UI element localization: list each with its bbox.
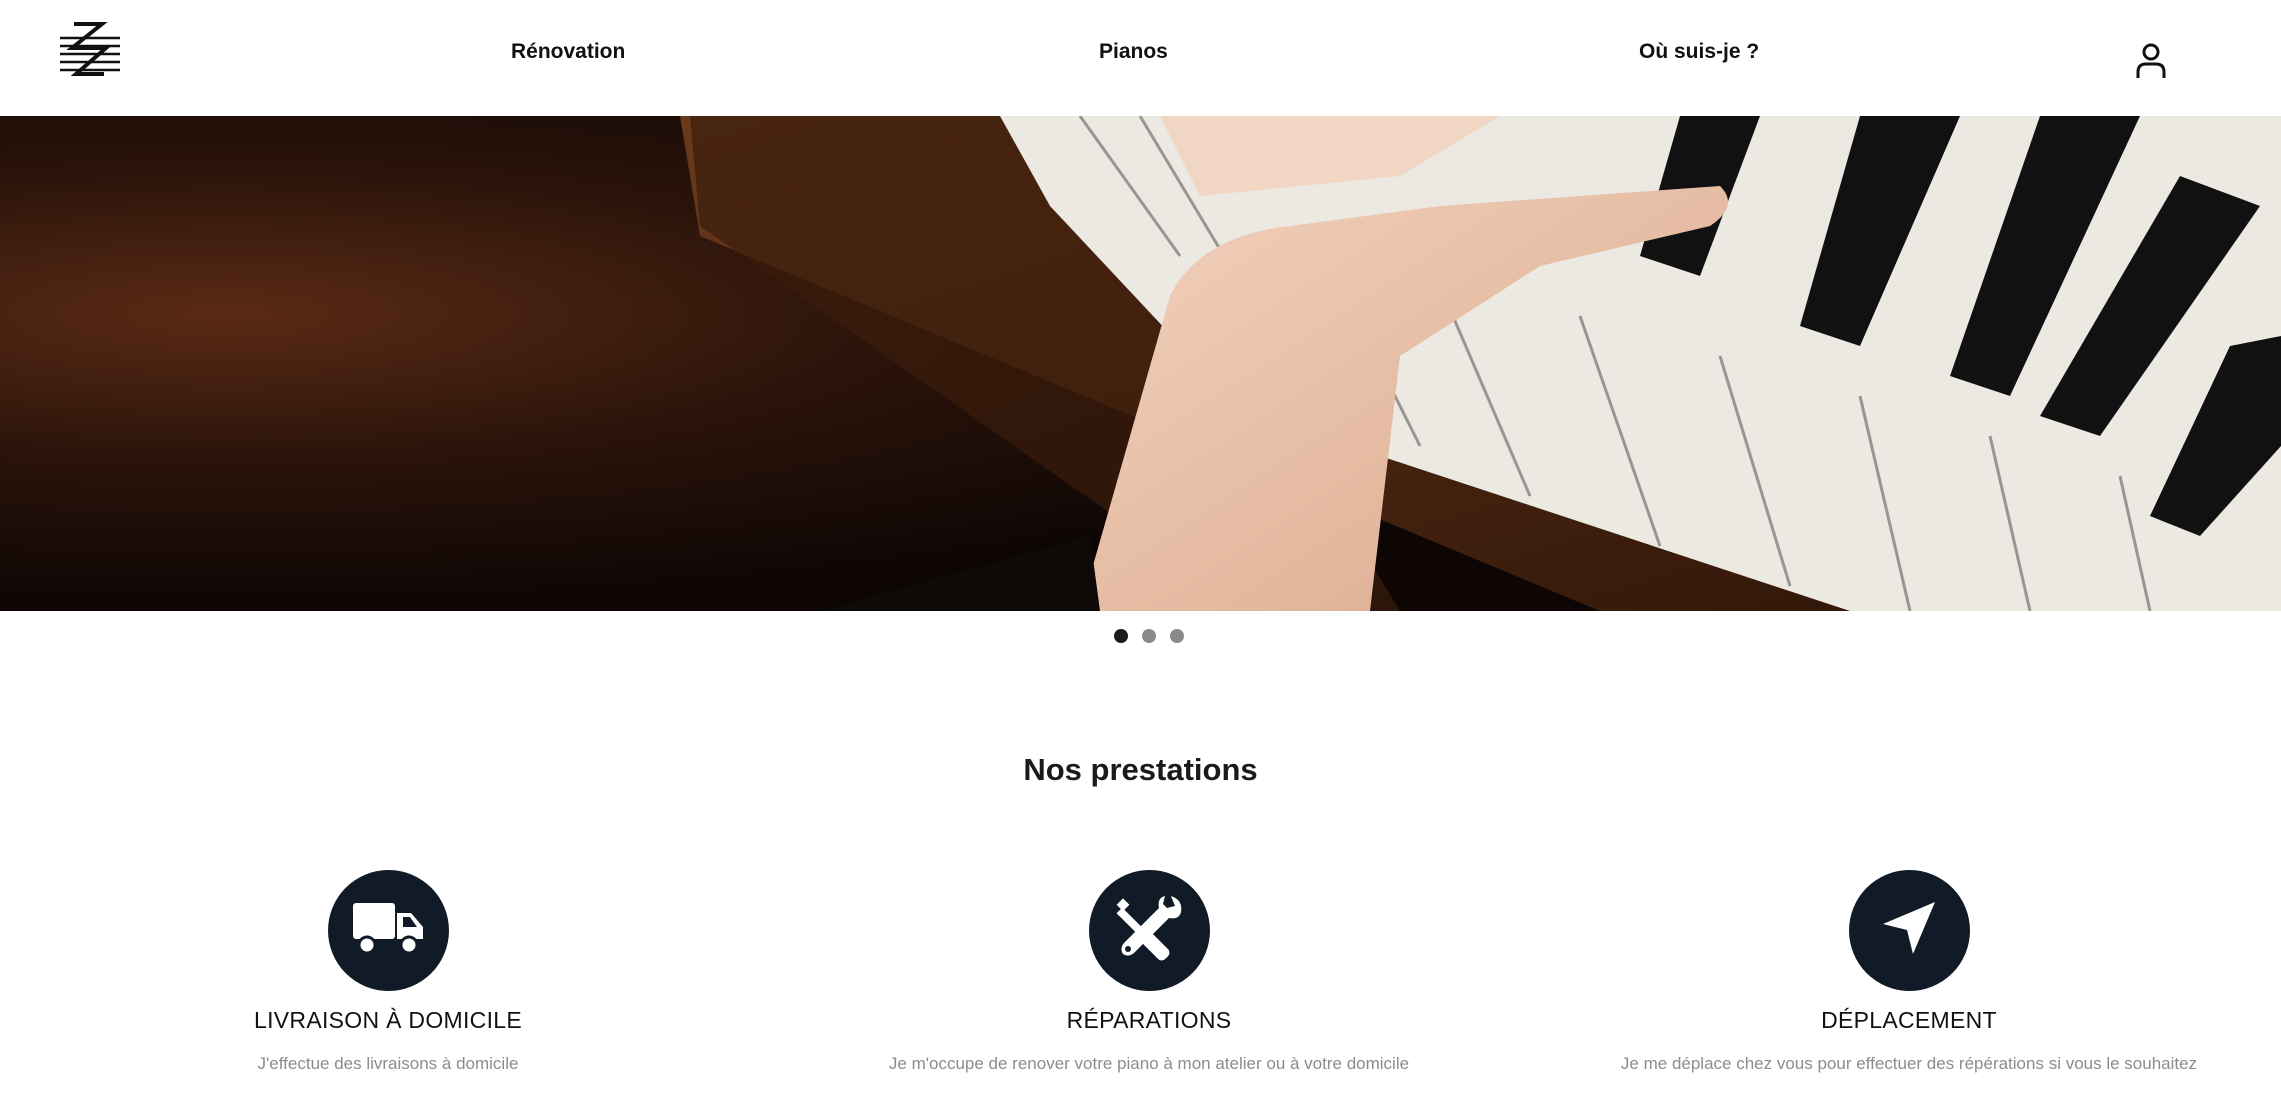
- service-repairs: RÉPARATIONS Je m'occupe de renover votre…: [779, 870, 1519, 1074]
- service-icon-circle: [1088, 870, 1210, 991]
- hero-slide-image: [0, 116, 2281, 611]
- services-section-title: Nos prestations: [1023, 752, 1258, 787]
- nav-renovation[interactable]: Rénovation: [511, 40, 625, 64]
- wrench-screwdriver-icon: [1113, 892, 1185, 969]
- service-icon-circle: [1848, 870, 1970, 991]
- service-title: LIVRAISON À DOMICILE: [253, 1007, 522, 1033]
- service-delivery: LIVRAISON À DOMICILE J'effectue des livr…: [18, 870, 758, 1074]
- carousel-dots: [0, 629, 2281, 645]
- service-description: J'effectue des livraisons à domicile: [257, 1054, 519, 1073]
- truck-icon: [351, 899, 425, 962]
- user-account-icon[interactable]: [2134, 42, 2168, 80]
- carousel-dot-2[interactable]: [1142, 629, 1156, 643]
- site-header: Rénovation Pianos Où suis-je ?: [0, 0, 2281, 116]
- nav-ou-suis-je[interactable]: Où suis-je ?: [1639, 40, 1759, 64]
- navigation-arrow-icon: [1877, 896, 1941, 965]
- service-icon-circle: [327, 870, 449, 991]
- service-title: DÉPLACEMENT: [1821, 1007, 1997, 1033]
- service-description: Je m'occupe de renover votre piano à mon…: [888, 1054, 1410, 1073]
- logo-icon[interactable]: [58, 18, 122, 82]
- service-description: Je me déplace chez vous pour effectuer d…: [1620, 1054, 2198, 1073]
- carousel-dot-1[interactable]: [1114, 629, 1128, 643]
- nav-pianos[interactable]: Pianos: [1099, 40, 1168, 64]
- carousel-dot-3[interactable]: [1170, 629, 1184, 643]
- service-travel: DÉPLACEMENT Je me déplace chez vous pour…: [1539, 870, 2279, 1074]
- service-title: RÉPARATIONS: [1066, 1007, 1232, 1033]
